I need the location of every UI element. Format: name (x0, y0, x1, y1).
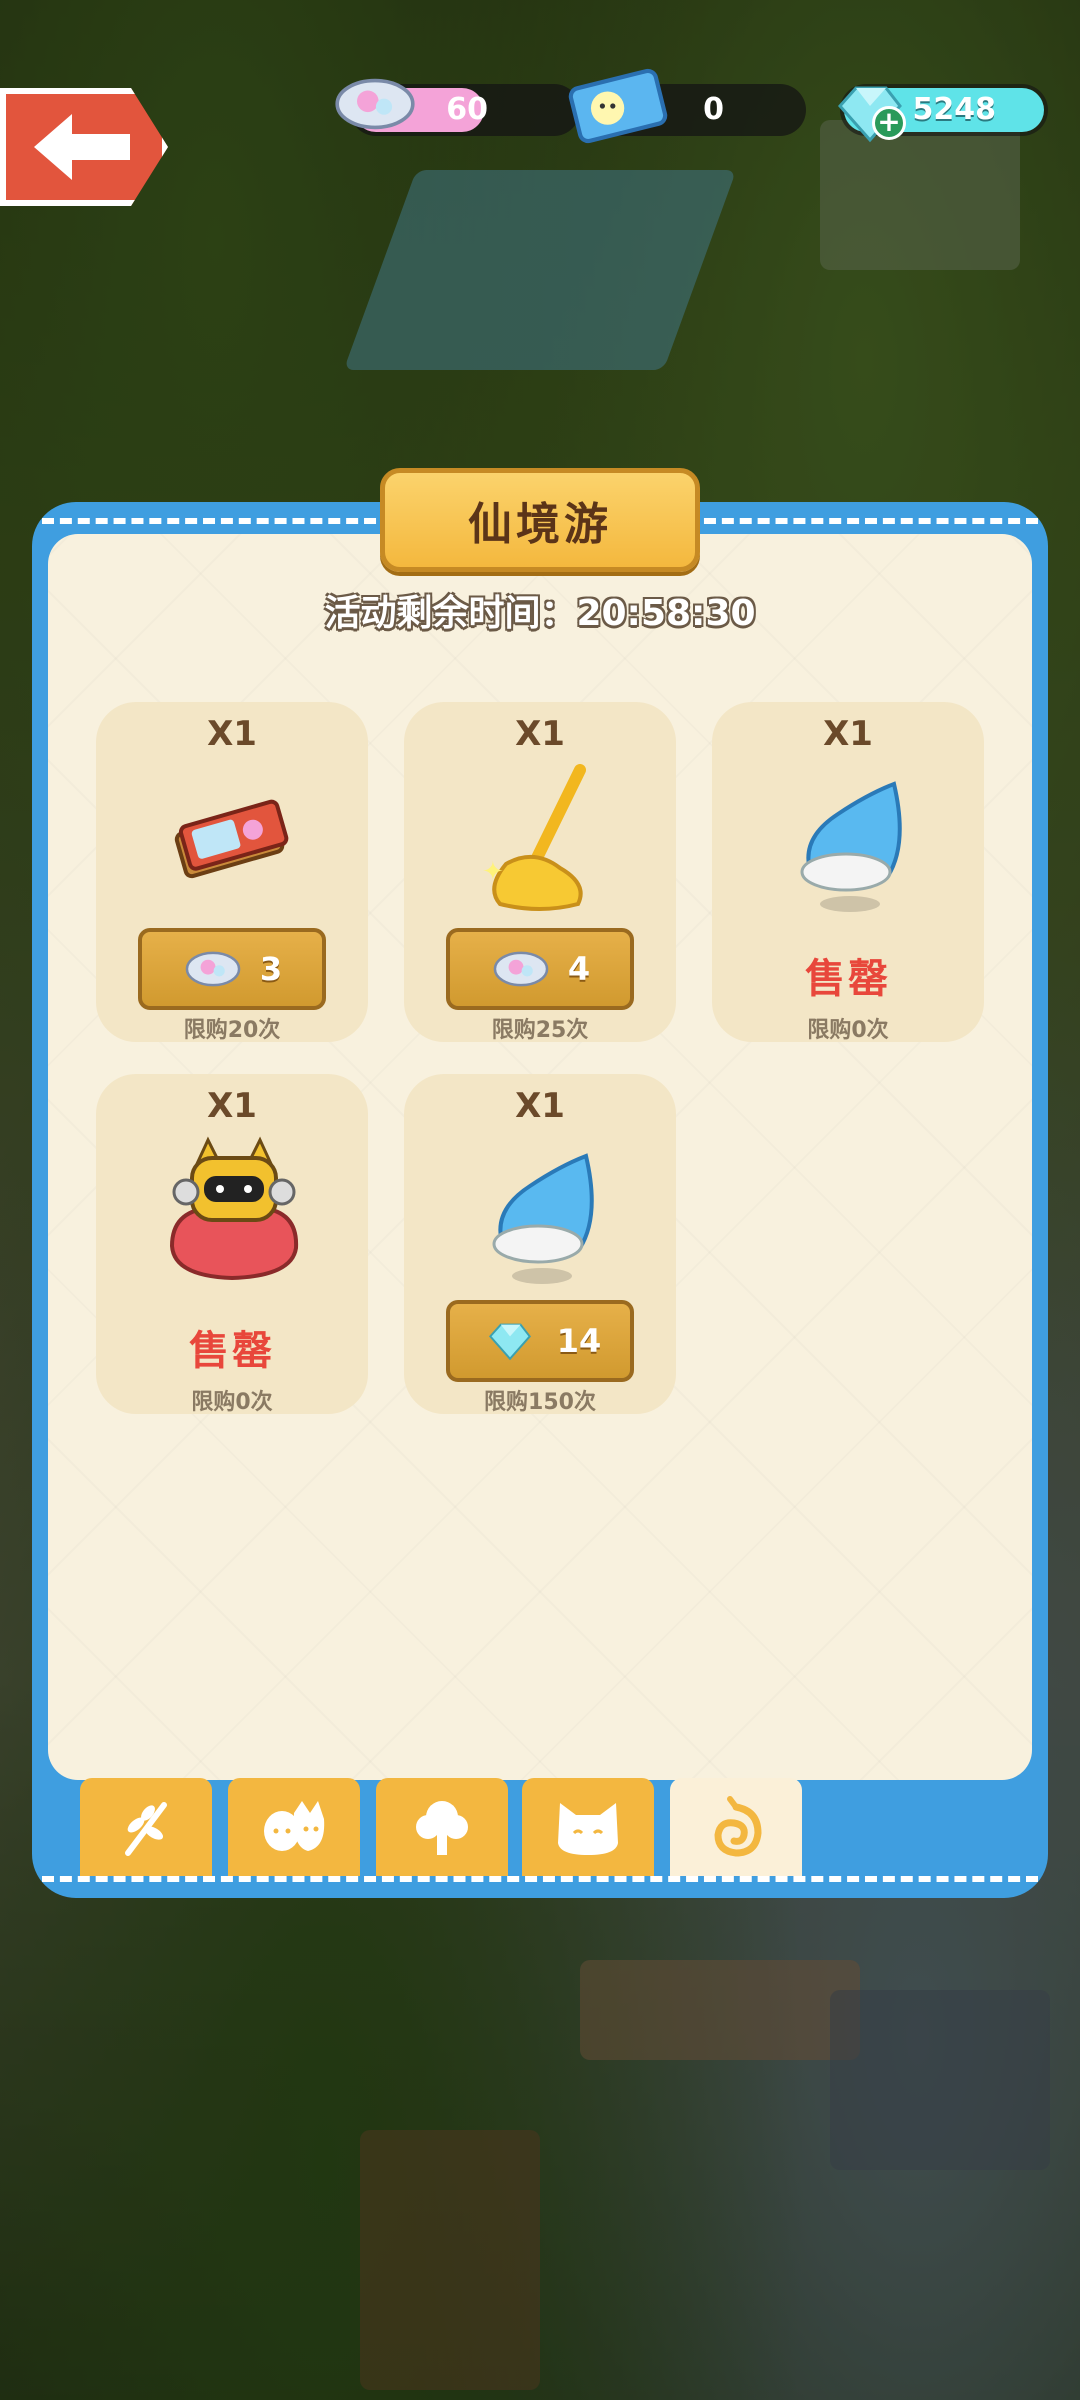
shop-item-card[interactable]: X1 14 限购150次 (404, 1074, 676, 1415)
sold-out-label: 售罄 (805, 956, 891, 1002)
tab-cats[interactable] (522, 1778, 654, 1876)
price: 14 (556, 1322, 602, 1360)
diamond-icon (488, 1323, 531, 1361)
blue-bell-icon (800, 781, 902, 912)
candy-icon (185, 951, 241, 987)
panel-dashed-border-bottom (42, 1876, 1038, 1882)
ticket-bundle-icon (174, 799, 289, 879)
candy-icon (493, 951, 549, 987)
ticket-count: 0 (703, 92, 724, 127)
item-quantity: X1 (515, 1086, 565, 1126)
broom-icon: ✦ (482, 764, 586, 911)
panel-title: 仙境游 (468, 499, 612, 550)
sold-out-label: 售罄 (189, 1328, 275, 1374)
ticket-icon (568, 68, 668, 144)
tree-icon (416, 1801, 468, 1855)
swirl-icon (714, 1796, 762, 1857)
robot-cat-cushion-icon (169, 1136, 299, 1281)
price: 4 (567, 950, 591, 988)
item-quantity: X1 (515, 714, 565, 754)
purchase-limit: 限购150次 (484, 1390, 596, 1415)
shop-item-card: X1 售罄 限购0次 (96, 1074, 368, 1415)
item-quantity: X1 (207, 714, 257, 754)
tab-trees[interactable] (376, 1778, 508, 1876)
purchase-limit: 限购0次 (807, 1018, 889, 1043)
tab-pets[interactable] (228, 1778, 360, 1876)
cat-face-icon (558, 1803, 618, 1855)
purchase-limit: 限购20次 (183, 1018, 281, 1043)
item-quantity: X1 (207, 1086, 257, 1126)
event-timer: 活动剩余时间：20:58:30 (0, 584, 1080, 636)
left-arrow-icon (34, 114, 130, 180)
timer-label: 活动剩余时间： (324, 593, 577, 634)
diamond-count: 5248 (912, 92, 997, 127)
add-diamond-button[interactable]: + (872, 106, 906, 140)
blue-bell-icon (492, 1153, 594, 1284)
tab-plants[interactable] (80, 1778, 212, 1876)
buy-button[interactable]: 3 (138, 928, 326, 1010)
svg-text:✦: ✦ (482, 857, 504, 887)
buy-button[interactable]: 14 (446, 1300, 634, 1382)
shop-item-card[interactable]: X1 ✦ 4 限购25次 (404, 702, 676, 1043)
candy-icon (335, 78, 415, 130)
shop-item-card: X1 售罄 限购0次 (712, 702, 984, 1043)
tab-special[interactable] (670, 1778, 802, 1876)
purchase-limit: 限购0次 (191, 1390, 273, 1415)
candy-count: 60 (446, 92, 488, 127)
shop-item-card[interactable]: X1 3 限购20次 (96, 702, 368, 1043)
item-quantity: X1 (823, 714, 873, 754)
timer-value: 20:58:30 (576, 593, 756, 634)
panel-title-plate: 仙境游 (380, 468, 700, 572)
price: 3 (259, 950, 283, 988)
leaf-branch-icon (125, 1802, 167, 1856)
buy-button[interactable]: 4 (446, 928, 634, 1010)
purchase-limit: 限购25次 (491, 1018, 589, 1043)
pet-faces-icon (264, 1801, 325, 1851)
